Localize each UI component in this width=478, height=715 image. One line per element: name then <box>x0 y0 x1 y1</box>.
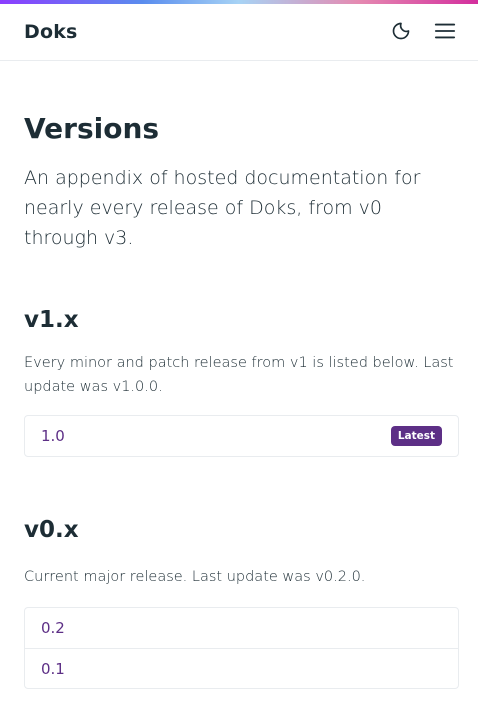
latest-badge: Latest <box>390 426 442 446</box>
version-link-0-2[interactable]: 0.2 <box>25 608 458 648</box>
site-header: Doks <box>0 4 478 61</box>
page-lead: An appendix of hosted documentation for … <box>24 167 421 249</box>
header-actions <box>386 17 460 47</box>
version-link-0-1[interactable]: 0.1 <box>25 648 458 688</box>
section-description: Every minor and patch release from v1 is… <box>24 355 454 395</box>
version-label: 0.1 <box>41 659 65 678</box>
menu-button[interactable] <box>430 17 460 47</box>
brand-logo[interactable]: Doks <box>24 21 78 43</box>
section-title: v0.x <box>24 517 79 543</box>
section-description: Current major release. Last update was v… <box>24 569 366 585</box>
version-link-1-0[interactable]: 1.0 Latest <box>25 416 458 456</box>
version-label: 1.0 <box>41 427 65 445</box>
section-title: v1.x <box>24 307 79 333</box>
version-label: 0.2 <box>41 619 65 637</box>
theme-toggle-button[interactable] <box>386 17 416 47</box>
version-list: 1.0 Latest <box>24 415 459 457</box>
main-content: Versions An appendix of hosted documenta… <box>0 111 478 689</box>
hamburger-menu-icon <box>434 20 456 45</box>
moon-icon <box>391 21 411 44</box>
section-v0: v0.x Current major release. Last update … <box>24 515 459 689</box>
section-v1: v1.x Every minor and patch release from … <box>24 305 459 457</box>
version-list: 0.2 0.1 <box>24 607 459 689</box>
page-title: Versions <box>24 112 160 145</box>
